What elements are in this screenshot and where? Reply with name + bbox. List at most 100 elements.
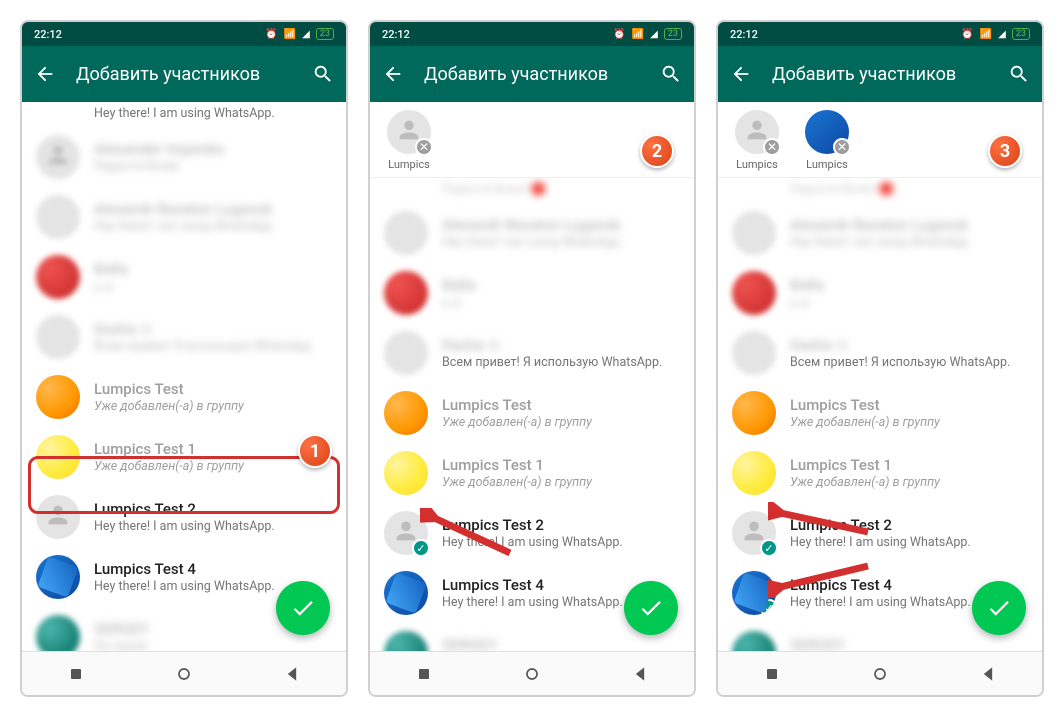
back-icon[interactable]: [382, 63, 404, 85]
back-button[interactable]: [282, 664, 302, 684]
contact-name: Lumpics Test 1: [790, 456, 1028, 474]
selected-chip[interactable]: ✕ Lumpics: [382, 110, 436, 171]
status-bar: 22:12 ⏰ 📶 ◢ 23: [370, 22, 694, 46]
contact-name: Lumpics Test 2: [94, 500, 332, 518]
confirm-fab[interactable]: [972, 581, 1026, 635]
list-item[interactable]: Dasha ⊙Всем привет! Я использую WhatsApp…: [22, 307, 346, 367]
avatar: [36, 255, 80, 299]
wifi-icon: 📶: [284, 29, 296, 40]
app-header: Добавить участников: [22, 46, 346, 102]
person-icon: [44, 501, 72, 533]
contact-name: Lumpics Test: [790, 396, 1028, 414]
avatar: [36, 375, 80, 419]
contact-list: Hey there! I am using WhatsApp. Alexande…: [22, 102, 346, 651]
avatar: [36, 195, 80, 239]
check-icon: ✓: [760, 539, 778, 557]
contact-name: Lumpics Test 2: [790, 516, 1028, 534]
contact-status: Уже добавлен(-а) в группу: [790, 415, 1028, 430]
list-item[interactable]: Ballax ⊙: [718, 263, 1042, 323]
list-item[interactable]: Alexandr Bezaton LuganskHey there! I am …: [718, 203, 1042, 263]
contact-status: Уже добавлен(-а) в группу: [790, 475, 1028, 490]
contact-list: Радости Всем! 🔴 Alexandr Bezaton Lugansk…: [718, 178, 1042, 651]
list-item[interactable]: Dasha ⊙Всем привет! Я использую WhatsApp…: [718, 323, 1042, 383]
person-icon: [44, 141, 72, 173]
home-button[interactable]: [174, 664, 194, 684]
home-button[interactable]: [870, 664, 890, 684]
list-item-highlighted[interactable]: Lumpics Test 2Hey there! I am using What…: [22, 487, 346, 547]
avatar: [36, 555, 80, 599]
avatar: [384, 571, 428, 615]
back-icon[interactable]: [730, 63, 752, 85]
home-button[interactable]: [522, 664, 542, 684]
selected-chip[interactable]: ✕ Lumpics: [800, 110, 854, 171]
phone-screen-1: 22:12 ⏰ 📶 ◢ 23 Добавить участников Hey t…: [20, 20, 348, 697]
status-time: 22:12: [34, 28, 62, 41]
list-item[interactable]: Alexander OspenkoРадости Всем!: [22, 127, 346, 187]
avatar: ✓: [384, 511, 428, 555]
alarm-icon: ⏰: [613, 29, 625, 40]
back-button[interactable]: [630, 664, 650, 684]
contact-name: Lumpics Test 1: [94, 440, 332, 458]
list-item[interactable]: Lumpics TestУже добавлен(-а) в группу: [22, 367, 346, 427]
header-title: Добавить участников: [772, 64, 988, 85]
app-header: Добавить участников: [370, 46, 694, 102]
list-item[interactable]: Lumpics TestУже добавлен(-а) в группу: [718, 383, 1042, 443]
list-item[interactable]: Ballax ⊙: [22, 247, 346, 307]
recent-apps-button[interactable]: [762, 664, 782, 684]
avatar: [732, 451, 776, 495]
android-navbar: [22, 651, 346, 695]
signal-icon: ◢: [650, 29, 658, 40]
contact-name: Lumpics Test 2: [442, 516, 680, 534]
contact-name: Lumpics Test: [94, 380, 332, 398]
check-icon: ✓: [760, 599, 776, 615]
back-button[interactable]: [978, 664, 998, 684]
list-item-selected[interactable]: ✓ Lumpics Test 2Hey there! I am using Wh…: [370, 503, 694, 563]
back-icon[interactable]: [34, 63, 56, 85]
chip-label: Lumpics: [806, 158, 848, 171]
list-item[interactable]: Lumpics Test 1Уже добавлен(-а) в группу: [718, 443, 1042, 503]
avatar: [384, 451, 428, 495]
contact-name: Lumpics Test 1: [442, 456, 680, 474]
chip-label: Lumpics: [736, 158, 778, 171]
signal-icon: ◢: [302, 29, 310, 40]
remove-chip-icon[interactable]: ✕: [763, 138, 781, 156]
confirm-fab[interactable]: [276, 581, 330, 635]
search-icon[interactable]: [312, 63, 334, 85]
partial-row: Радости Всем! 🔴: [718, 178, 1042, 203]
alarm-icon: ⏰: [961, 29, 973, 40]
remove-chip-icon[interactable]: ✕: [833, 138, 851, 156]
status-bar: 22:12 ⏰ 📶 ◢ 23: [718, 22, 1042, 46]
selected-contacts-row: ✕ Lumpics ✕ Lumpics: [718, 102, 1042, 178]
chip-avatar: ✕: [805, 110, 849, 154]
avatar: [732, 631, 776, 651]
confirm-fab[interactable]: [624, 581, 678, 635]
status-time: 22:12: [382, 28, 410, 41]
list-item[interactable]: Lumpics Test 1Уже добавлен(-а) в группу: [370, 443, 694, 503]
search-icon[interactable]: [660, 63, 682, 85]
search-icon[interactable]: [1008, 63, 1030, 85]
list-item[interactable]: Ballax ⊙: [370, 263, 694, 323]
alarm-icon: ⏰: [265, 29, 277, 40]
list-item[interactable]: Lumpics TestУже добавлен(-а) в группу: [370, 383, 694, 443]
list-item[interactable]: Dasha ⊙Всем привет! Я использую WhatsApp…: [370, 323, 694, 383]
avatar: ✓: [732, 571, 776, 615]
contact-status: Уже добавлен(-а) в группу: [442, 475, 680, 490]
list-item[interactable]: Alexandr Bezaton LuganskHey there! I am …: [370, 203, 694, 263]
status-time: 22:12: [730, 28, 758, 41]
remove-chip-icon[interactable]: ✕: [415, 138, 433, 156]
list-item[interactable]: Alexandr Bezaton LuganskHey there! I am …: [22, 187, 346, 247]
android-navbar: [718, 651, 1042, 695]
avatar: [732, 271, 776, 315]
avatar: [732, 391, 776, 435]
avatar: [36, 435, 80, 479]
selected-chip[interactable]: ✕ Lumpics: [730, 110, 784, 171]
list-item-selected[interactable]: ✓ Lumpics Test 2Hey there! I am using Wh…: [718, 503, 1042, 563]
contact-status: Уже добавлен(-а) в группу: [442, 415, 680, 430]
recent-apps-button[interactable]: [414, 664, 434, 684]
recent-apps-button[interactable]: [66, 664, 86, 684]
status-icons: ⏰ 📶 ◢ 23: [265, 28, 334, 40]
battery-icon: 23: [316, 28, 334, 40]
avatar: [384, 211, 428, 255]
list-item[interactable]: Lumpics Test 1Уже добавлен(-а) в группу: [22, 427, 346, 487]
avatar: [36, 615, 80, 651]
